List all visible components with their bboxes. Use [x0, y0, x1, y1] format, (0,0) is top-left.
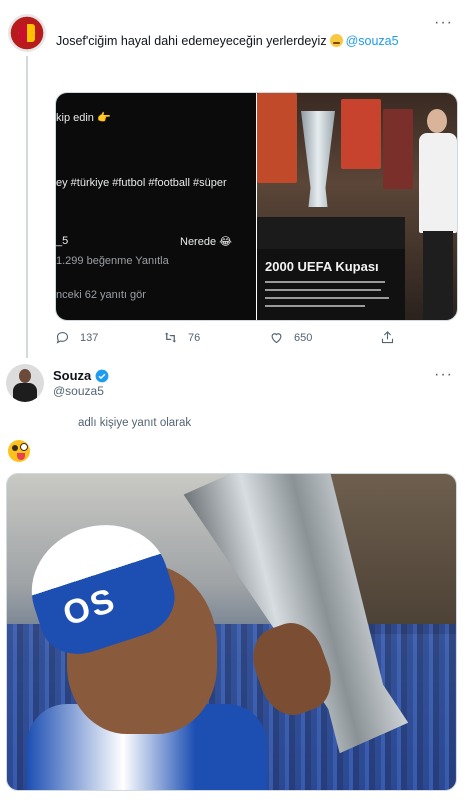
user-handle[interactable]: @souza5	[53, 384, 104, 398]
tweet-text-body: Josef'ciğim hayal dahi edemeyeceğin yerl…	[56, 34, 327, 48]
uefa-cup-trophy	[301, 111, 335, 207]
heart-icon	[271, 333, 282, 344]
tweet-media[interactable]: kip edin 👉 ey #türkiye #futbol #football…	[55, 92, 458, 321]
tweet-media-photo[interactable]: OS	[6, 473, 457, 791]
plaque-text-line	[265, 305, 365, 307]
exhibit-panel	[257, 93, 297, 183]
plaque-text-line	[265, 281, 385, 283]
headband-text: OS	[58, 580, 121, 634]
person	[417, 103, 457, 320]
retweet-icon	[164, 332, 177, 343]
tweet-text: Josef'ciğim hayal dahi edemeyeceğin yerl…	[56, 33, 399, 49]
club-crest-icon	[19, 24, 35, 42]
more-options-button[interactable]: ···	[434, 14, 453, 32]
display-name[interactable]: Souza	[53, 368, 109, 383]
reply-icon	[56, 331, 69, 344]
avatar[interactable]	[8, 14, 46, 52]
emoji-tongue	[17, 453, 25, 460]
tweet-actions: 137 76 650	[55, 330, 395, 348]
emoji-eye	[20, 443, 28, 451]
media-text-line: ey #türkiye #futbol #football #süper	[56, 177, 227, 189]
share-button[interactable]	[380, 330, 405, 345]
emoji-eye	[12, 445, 18, 451]
mention-link[interactable]: @souza5	[346, 34, 399, 48]
zany-face-emoji-icon	[8, 440, 30, 462]
person-head	[427, 109, 447, 133]
media-screenshot-comments[interactable]: kip edin 👉 ey #türkiye #futbol #football…	[56, 93, 256, 320]
reply-context: adlı kişiye yanıt olarak	[78, 417, 192, 429]
avatar-body	[13, 383, 37, 402]
media-text-line: _5	[56, 235, 69, 247]
share-icon	[381, 331, 394, 344]
reply-button[interactable]: 137	[55, 330, 98, 345]
exhibit-panel	[383, 109, 413, 189]
retweet-button[interactable]: 76	[163, 330, 200, 345]
plaque-text-line	[265, 289, 381, 291]
avatar-face	[19, 369, 31, 383]
avatar[interactable]	[6, 364, 44, 402]
media-text-line: Nerede 😂	[180, 236, 232, 248]
exhibit-panel	[341, 99, 381, 169]
person-pants	[423, 231, 453, 320]
person-shirt	[419, 133, 457, 233]
like-count: 650	[294, 331, 313, 344]
more-options-button[interactable]: ···	[434, 366, 453, 384]
retweet-count: 76	[188, 331, 201, 344]
like-button[interactable]: 650	[269, 330, 312, 345]
smirk-emoji-icon	[329, 34, 343, 47]
display-name-text: Souza	[53, 368, 92, 383]
media-text-line: 1.299 beğenme Yanıtla	[56, 255, 169, 267]
plaque-text-line	[265, 297, 389, 299]
thread-connector	[26, 56, 28, 358]
verified-badge-icon	[95, 369, 109, 382]
plaque-title: 2000 UEFA Kupası	[265, 259, 379, 274]
media-text-line: nceki 62 yanıtı gör	[56, 289, 146, 301]
reply-count: 137	[80, 331, 99, 344]
media-museum-photo[interactable]: 2000 UEFA Kupası	[257, 93, 457, 320]
media-text-line: kip edin 👉	[56, 112, 111, 124]
plaque: 2000 UEFA Kupası	[257, 249, 405, 320]
